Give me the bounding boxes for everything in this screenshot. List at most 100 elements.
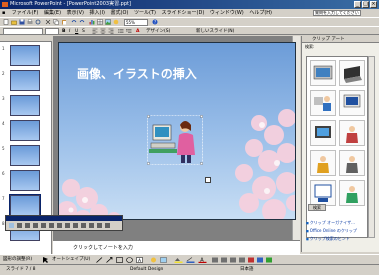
menu-format[interactable]: 書式(O) bbox=[109, 9, 131, 17]
clipart-thumbnail bbox=[346, 186, 358, 203]
align-left-icon[interactable] bbox=[92, 28, 98, 34]
slide-number: 2 bbox=[2, 71, 5, 76]
font-combo[interactable] bbox=[3, 28, 43, 35]
zoom-combo[interactable]: 55% bbox=[124, 19, 148, 26]
clipart-result-item[interactable] bbox=[310, 180, 336, 206]
clipart-result-item[interactable] bbox=[310, 120, 336, 146]
clipart-result-item[interactable] bbox=[339, 60, 365, 86]
new-slide-button[interactable]: 新しいスライド(N) bbox=[196, 28, 234, 35]
clipart-thumbnail bbox=[314, 184, 332, 202]
oval-icon[interactable] bbox=[126, 257, 133, 263]
design-button[interactable]: デザイン(S) bbox=[146, 28, 170, 35]
copy-icon[interactable] bbox=[53, 19, 59, 25]
arrow-icon[interactable] bbox=[106, 257, 113, 263]
italic-button[interactable]: I bbox=[69, 28, 70, 35]
picture-toolbar[interactable] bbox=[5, 215, 123, 231]
align-right-icon[interactable] bbox=[108, 28, 114, 34]
pane-tabs[interactable] bbox=[0, 36, 52, 42]
clipart-result-item[interactable] bbox=[339, 180, 365, 206]
document-icon[interactable]: ▪ bbox=[0, 9, 8, 17]
font-size-combo[interactable] bbox=[45, 28, 59, 35]
menu-insert[interactable]: 挿入(I) bbox=[88, 9, 107, 17]
bullets-icon[interactable] bbox=[126, 28, 132, 34]
clipart-woman-computer-image[interactable] bbox=[147, 115, 203, 165]
slide-thumbnail-1[interactable] bbox=[10, 45, 40, 66]
new-icon[interactable] bbox=[3, 19, 9, 25]
autoshapes-button[interactable]: オートシェイプ(U) bbox=[52, 255, 90, 264]
numbering-icon[interactable] bbox=[118, 28, 124, 34]
paste-icon[interactable] bbox=[61, 19, 67, 25]
bold-button[interactable]: B bbox=[62, 28, 65, 35]
cut-icon[interactable] bbox=[45, 19, 51, 25]
task-pane-header[interactable]: クリップ アート bbox=[302, 36, 379, 43]
select-pointer-icon[interactable] bbox=[42, 257, 49, 263]
notes-pane[interactable]: クリックしてノートを入力 bbox=[53, 240, 300, 254]
font-color-button[interactable]: A bbox=[136, 28, 139, 35]
chart-icon[interactable] bbox=[89, 19, 95, 25]
slide-number: 7 bbox=[2, 196, 5, 201]
slide-canvas[interactable]: 画像、イラストの挿入 bbox=[58, 42, 296, 220]
line-icon[interactable] bbox=[96, 257, 103, 263]
task-pane-scrollbar[interactable] bbox=[368, 56, 375, 238]
open-icon[interactable] bbox=[11, 19, 17, 25]
autofit-options-icon[interactable] bbox=[205, 177, 211, 183]
insert-picture-icon[interactable] bbox=[105, 19, 111, 25]
effects-icons[interactable] bbox=[212, 257, 272, 263]
draw-menu-button[interactable]: 図形の調整(R) bbox=[3, 255, 32, 264]
clipart-thumbnail bbox=[315, 126, 331, 138]
clip-organizer-link[interactable]: クリップ オーガナイザ... bbox=[306, 220, 355, 226]
table-icon[interactable] bbox=[97, 19, 103, 25]
slide-thumbnail-7[interactable] bbox=[9, 194, 41, 217]
slide-thumbnail-5[interactable] bbox=[10, 145, 40, 166]
help-icon[interactable]: ? bbox=[152, 19, 158, 25]
search-ok-button[interactable]: 検索 bbox=[308, 204, 326, 211]
clipart-icon[interactable] bbox=[113, 19, 119, 25]
textbox-icon[interactable]: A bbox=[136, 257, 143, 263]
clipart-result-item[interactable] bbox=[339, 120, 365, 146]
minimize-button[interactable]: _ bbox=[354, 1, 361, 8]
picture-toolbar-buttons[interactable] bbox=[8, 222, 120, 230]
slide-thumbnail-6[interactable] bbox=[10, 170, 40, 191]
clipart-result-item[interactable] bbox=[310, 90, 336, 116]
slide-thumbnail-4[interactable] bbox=[10, 120, 40, 141]
redo-icon[interactable] bbox=[79, 19, 85, 25]
title-bar: Microsoft PowerPoint - [PowerPoint2003実習… bbox=[0, 0, 379, 9]
help-search-input[interactable]: 質問を入力してください bbox=[313, 10, 361, 16]
menu-file[interactable]: ファイル(F) bbox=[10, 9, 41, 17]
drawing-toolbar: 図形の調整(R) オートシェイプ(U) A A bbox=[0, 254, 379, 264]
menu-slideshow[interactable]: スライドショー(D) bbox=[160, 9, 207, 17]
picture-toolbar-titlebar[interactable] bbox=[6, 216, 122, 221]
slide-number: 1 bbox=[2, 46, 5, 51]
insert-image-icon[interactable] bbox=[160, 257, 167, 263]
align-center-icon[interactable] bbox=[100, 28, 106, 34]
clipart-thumbnail bbox=[346, 126, 358, 143]
office-online-link[interactable]: Office Online のクリップ bbox=[306, 228, 357, 234]
clipart-result-item[interactable] bbox=[310, 60, 336, 86]
clipart-result-item[interactable] bbox=[310, 150, 336, 176]
fill-color-icon[interactable] bbox=[174, 257, 183, 263]
preview-icon[interactable] bbox=[35, 19, 41, 25]
clipart-result-item[interactable] bbox=[339, 90, 365, 116]
menu-help[interactable]: ヘルプ(H) bbox=[247, 9, 274, 17]
close-button[interactable]: × bbox=[370, 1, 377, 8]
menu-window[interactable]: ウィンドウ(W) bbox=[208, 9, 246, 17]
menu-view[interactable]: 表示(V) bbox=[65, 9, 86, 17]
search-tips-link[interactable]: クリップ検索のヒント bbox=[306, 236, 350, 242]
shadow-button[interactable]: S bbox=[82, 28, 85, 35]
save-icon[interactable] bbox=[19, 19, 25, 25]
print-icon[interactable] bbox=[27, 19, 33, 25]
clipart-result-item[interactable] bbox=[339, 150, 365, 176]
slide-thumbnail-3[interactable] bbox=[10, 95, 40, 116]
status-bar: スライド 7 / 8 Default Design 日本語 bbox=[0, 264, 379, 274]
underline-button[interactable]: U bbox=[75, 28, 78, 35]
slide-thumbnail-2[interactable] bbox=[10, 70, 40, 91]
menu-tools[interactable]: ツール(T) bbox=[132, 9, 158, 17]
line-color-icon[interactable] bbox=[186, 257, 195, 263]
maximize-button[interactable]: □ bbox=[362, 1, 369, 8]
font-color-icon[interactable]: A bbox=[198, 257, 207, 263]
standard-toolbar: 55% ? bbox=[0, 17, 379, 26]
rectangle-icon[interactable] bbox=[116, 257, 123, 263]
insert-clipart-icon[interactable] bbox=[150, 257, 157, 263]
undo-icon[interactable] bbox=[71, 19, 77, 25]
menu-edit[interactable]: 編集(E) bbox=[42, 9, 63, 17]
